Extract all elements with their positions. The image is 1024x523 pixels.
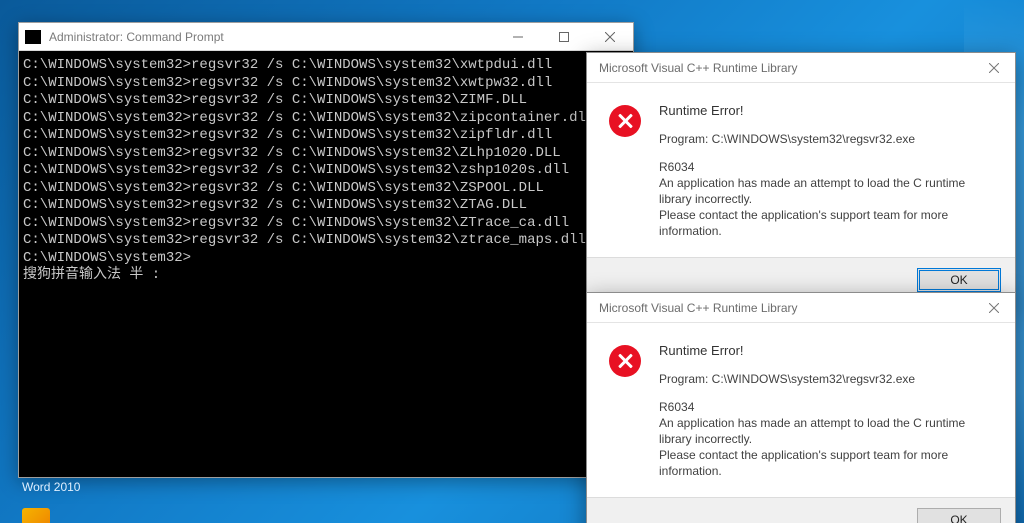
window-controls [495,23,633,51]
cmd-line: C:\WINDOWS\system32>regsvr32 /s C:\WINDO… [23,232,629,250]
cmd-line: C:\WINDOWS\system32>regsvr32 /s C:\WINDO… [23,162,629,180]
caption-label: Word 2010 [22,480,80,494]
cmd-line: C:\WINDOWS\system32>regsvr32 /s C:\WINDO… [23,145,629,163]
dialog-title: Microsoft Visual C++ Runtime Library [599,61,1007,75]
dialog-close-button[interactable] [973,53,1015,83]
dialog-titlebar[interactable]: Microsoft Visual C++ Runtime Library [587,293,1015,323]
cmd-line: C:\WINDOWS\system32>regsvr32 /s C:\WINDO… [23,92,629,110]
error-dialog-1: Microsoft Visual C++ Runtime Library Run… [586,52,1016,303]
cmd-line: C:\WINDOWS\system32>regsvr32 /s C:\WINDO… [23,127,629,145]
error-code: R6034 [659,159,993,175]
taskbar-app-icon[interactable] [22,508,50,523]
dialog-footer: OK [587,497,1015,523]
error-program: Program: C:\WINDOWS\system32\regsvr32.ex… [659,131,993,147]
dialog-body: Runtime Error! Program: C:\WINDOWS\syste… [587,83,1015,257]
error-message-1: An application has made an attempt to lo… [659,415,993,447]
cmd-line: C:\WINDOWS\system32>regsvr32 /s C:\WINDO… [23,110,629,128]
ok-button[interactable]: OK [917,508,1001,523]
cmd-icon [25,30,41,44]
minimize-button[interactable] [495,23,541,51]
error-message-2: Please contact the application's support… [659,207,993,239]
dialog-text: Runtime Error! Program: C:\WINDOWS\syste… [659,343,993,479]
cmd-line: C:\WINDOWS\system32>regsvr32 /s C:\WINDO… [23,57,629,75]
error-icon [609,105,641,137]
error-program: Program: C:\WINDOWS\system32\regsvr32.ex… [659,371,993,387]
error-header: Runtime Error! [659,343,993,359]
cmd-line: C:\WINDOWS\system32>regsvr32 /s C:\WINDO… [23,75,629,93]
cmd-line: C:\WINDOWS\system32>regsvr32 /s C:\WINDO… [23,197,629,215]
cmd-line: 搜狗拼音输入法 半 : [23,267,629,285]
dialog-close-button[interactable] [973,293,1015,323]
error-message-2: Please contact the application's support… [659,447,993,479]
dialog-titlebar[interactable]: Microsoft Visual C++ Runtime Library [587,53,1015,83]
cmd-line: C:\WINDOWS\system32> [23,250,629,268]
dialog-title: Microsoft Visual C++ Runtime Library [599,301,1007,315]
maximize-button[interactable] [541,23,587,51]
cmd-line: C:\WINDOWS\system32>regsvr32 /s C:\WINDO… [23,180,629,198]
ok-button[interactable]: OK [917,268,1001,292]
command-prompt-window: Administrator: Command Prompt C:\WINDOWS… [18,22,634,478]
dialog-body: Runtime Error! Program: C:\WINDOWS\syste… [587,323,1015,497]
error-code: R6034 [659,399,993,415]
cmd-line: C:\WINDOWS\system32>regsvr32 /s C:\WINDO… [23,215,629,233]
cmd-title: Administrator: Command Prompt [49,30,224,44]
error-message-1: An application has made an attempt to lo… [659,175,993,207]
error-header: Runtime Error! [659,103,993,119]
error-icon [609,345,641,377]
cmd-titlebar[interactable]: Administrator: Command Prompt [19,23,633,51]
cmd-output-area[interactable]: C:\WINDOWS\system32>regsvr32 /s C:\WINDO… [19,51,633,477]
close-button[interactable] [587,23,633,51]
error-dialog-2: Microsoft Visual C++ Runtime Library Run… [586,292,1016,523]
dialog-text: Runtime Error! Program: C:\WINDOWS\syste… [659,103,993,239]
